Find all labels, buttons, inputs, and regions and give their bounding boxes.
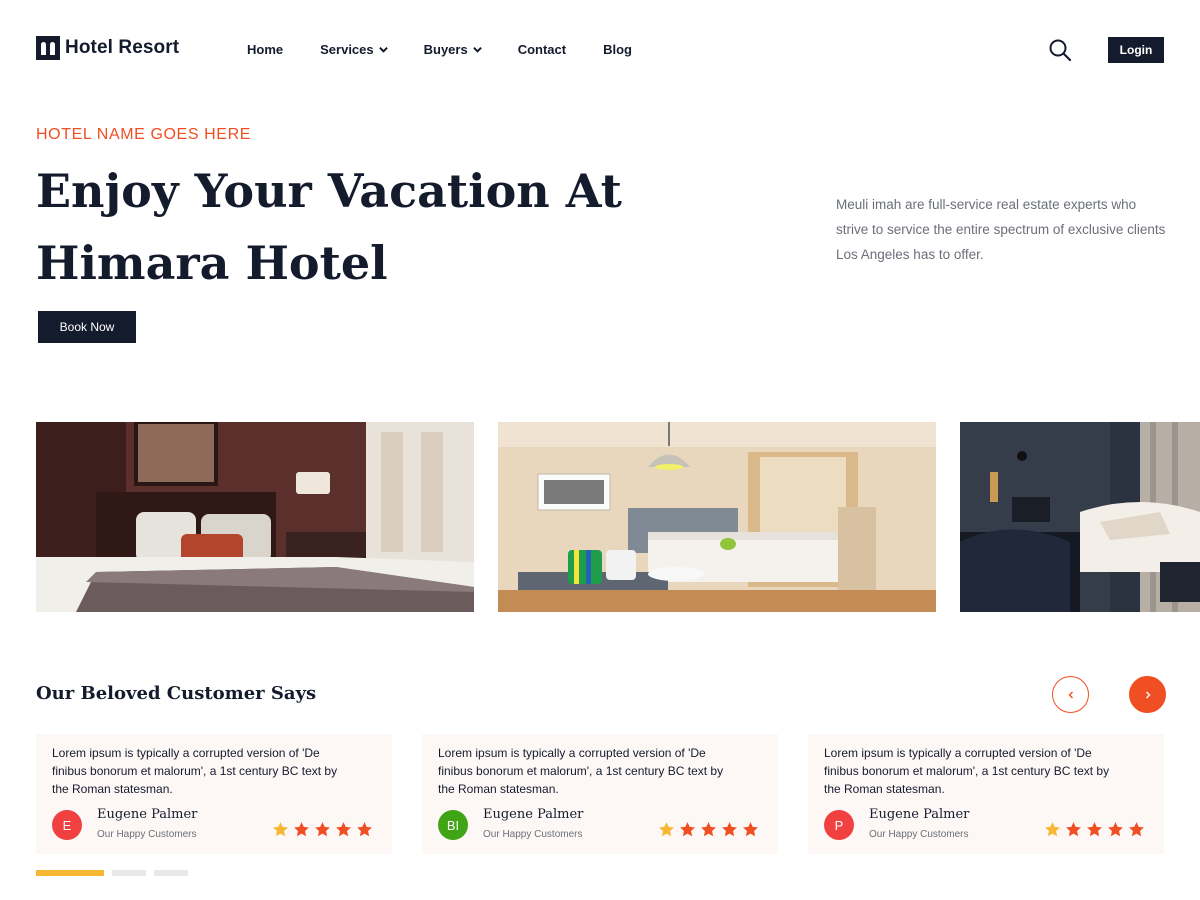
carousel-next-button[interactable]	[1129, 676, 1166, 713]
carousel-page-indicator-active[interactable]	[36, 870, 104, 876]
customer-name: Eugene Palmer	[97, 807, 198, 822]
star-icon	[1066, 822, 1081, 837]
nav-home-label: Home	[247, 42, 284, 57]
customer-name: Eugene Palmer	[869, 807, 970, 822]
logo-text: Hotel Resort	[65, 37, 180, 58]
star-icon	[743, 822, 758, 837]
hotel-room-image	[498, 422, 936, 612]
star-icon	[1087, 822, 1102, 837]
star-icon	[722, 822, 737, 837]
logo[interactable]: Hotel Resort	[36, 36, 179, 60]
star-icon	[1045, 822, 1060, 837]
hotel-room-image	[960, 422, 1200, 612]
star-rating	[1044, 821, 1145, 838]
star-icon	[1129, 822, 1144, 837]
star-icon	[294, 822, 309, 837]
hero-description: Meuli imah are full-service real estate …	[836, 197, 1166, 262]
customer-role: Our Happy Customers	[483, 829, 583, 840]
star-icon	[680, 822, 695, 837]
site-header: Hotel Resort Home Services Buyers Contac…	[0, 0, 1200, 100]
carousel-page-indicator[interactable]	[154, 870, 188, 876]
hero-title-line2: Himara Hotel	[36, 236, 388, 290]
nav-services-label: Services	[320, 42, 374, 57]
nav-buyers-label: Buyers	[423, 42, 468, 57]
hero-title-line1: Enjoy Your Vacation At	[36, 164, 622, 218]
testimonial-card: Lorem ipsum is typically a corrupted ver…	[422, 734, 778, 854]
nav-blog-label: Blog	[603, 42, 632, 57]
chevron-down-icon	[378, 46, 388, 53]
customer-role: Our Happy Customers	[97, 829, 197, 840]
nav-contact[interactable]: Contact	[518, 42, 566, 57]
star-icon	[357, 822, 372, 837]
nav-blog[interactable]: Blog	[603, 42, 632, 57]
star-icon	[315, 822, 330, 837]
search-button[interactable]	[1048, 38, 1072, 62]
star-rating	[272, 821, 373, 838]
hotel-room-image	[36, 422, 474, 612]
avatar: E	[52, 810, 82, 840]
chevron-down-icon	[472, 46, 482, 53]
hero-title: Enjoy Your Vacation At Himara Hotel	[36, 155, 656, 299]
book-now-button[interactable]: Book Now	[38, 311, 136, 343]
star-icon	[659, 822, 674, 837]
carousel-page-indicator[interactable]	[112, 870, 146, 876]
customer-name: Eugene Palmer	[483, 807, 584, 822]
testimonial-quote: Lorem ipsum is typically a corrupted ver…	[52, 746, 338, 796]
chevron-right-icon	[1145, 691, 1150, 698]
star-icon	[273, 822, 288, 837]
star-icon	[1108, 822, 1123, 837]
carousel-prev-button[interactable]	[1052, 676, 1089, 713]
main-nav: Home Services Buyers Contact Blog	[247, 42, 632, 57]
nav-services[interactable]: Services	[320, 42, 388, 57]
star-rating	[658, 821, 759, 838]
testimonials-title: Our Beloved Customer Says	[36, 683, 317, 704]
nav-home[interactable]: Home	[247, 42, 283, 57]
star-icon	[336, 822, 351, 837]
login-button[interactable]: Login	[1108, 37, 1164, 63]
customer-role: Our Happy Customers	[869, 829, 969, 840]
star-icon	[701, 822, 716, 837]
hero-eyebrow: HOTEL NAME GOES HERE	[36, 126, 251, 143]
testimonial-quote: Lorem ipsum is typically a corrupted ver…	[824, 746, 1110, 796]
avatar: BI	[438, 810, 468, 840]
nav-buyers[interactable]: Buyers	[424, 42, 482, 57]
search-icon	[1049, 39, 1072, 62]
avatar: P	[824, 810, 854, 840]
nav-contact-label: Contact	[517, 42, 567, 57]
testimonial-card: Lorem ipsum is typically a corrupted ver…	[36, 734, 392, 854]
testimonial-quote: Lorem ipsum is typically a corrupted ver…	[438, 746, 724, 796]
testimonial-card: Lorem ipsum is typically a corrupted ver…	[808, 734, 1164, 854]
chevron-left-icon	[1068, 691, 1073, 698]
logo-icon	[36, 36, 60, 60]
